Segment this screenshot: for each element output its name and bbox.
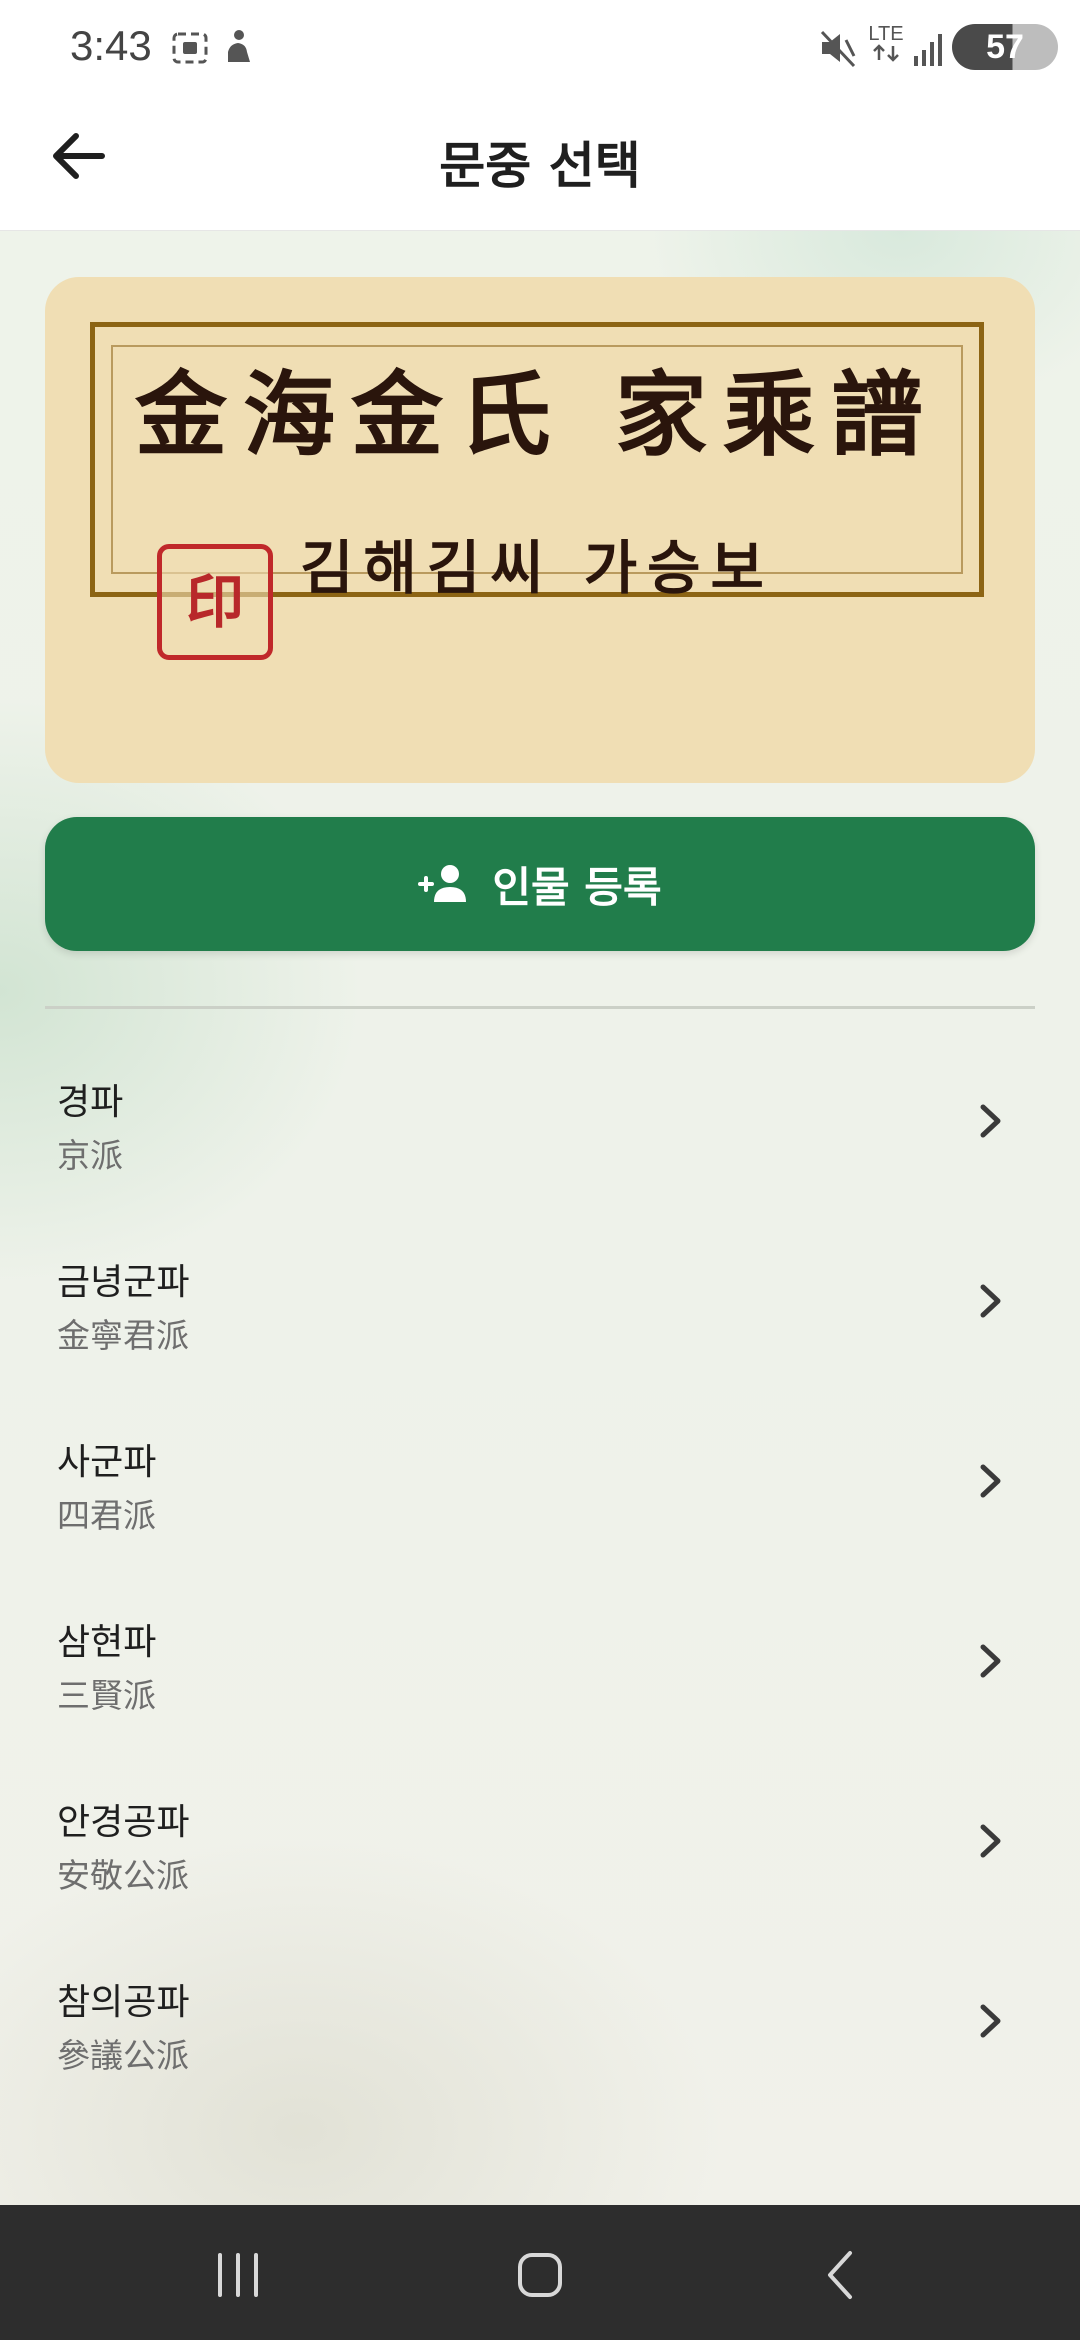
branch-item[interactable]: 참의공파 參議公派 xyxy=(0,1921,1080,2101)
status-time: 3:43 xyxy=(70,22,152,69)
divider xyxy=(45,1006,1035,1009)
branch-hanja: 參議公派 xyxy=(57,2036,189,2075)
seal-stamp: 印 xyxy=(157,544,273,660)
branch-name: 안경공파 xyxy=(57,1802,190,1843)
branch-hanja: 京派 xyxy=(57,1136,123,1175)
data-arrows-icon xyxy=(873,44,899,62)
branch-item[interactable]: 경파 京派 xyxy=(0,1021,1080,1201)
network-type: LTE xyxy=(866,24,906,66)
main-content: 金海金氏 家乘譜 김해김씨 가승보 印 인물 등록 경파 京派 금녕군파 金寧君… xyxy=(0,231,1080,2205)
signal-icon xyxy=(914,34,942,66)
branch-item[interactable]: 금녕군파 金寧君派 xyxy=(0,1201,1080,1381)
branch-item[interactable]: 안경공파 安敬公派 xyxy=(0,1741,1080,1921)
family-banner-card: 金海金氏 家乘譜 김해김씨 가승보 印 xyxy=(45,277,1035,783)
mute-icon xyxy=(820,30,856,68)
branch-item[interactable]: 삼현파 三賢派 xyxy=(0,1561,1080,1741)
chevron-right-icon xyxy=(980,1464,1001,1498)
branch-hanja: 三賢派 xyxy=(57,1676,156,1715)
branch-name: 사군파 xyxy=(57,1442,157,1483)
battery-indicator: 57 xyxy=(952,24,1058,70)
chevron-right-icon xyxy=(980,1104,1001,1138)
person-add-icon xyxy=(418,865,467,902)
chevron-right-icon xyxy=(980,2004,1001,2038)
status-bar: 3:43 LTE 57 xyxy=(0,0,1080,96)
page-title: 문중 선택 xyxy=(439,137,641,195)
branch-name: 참의공파 xyxy=(57,1982,190,2023)
branch-hanja: 安敬公派 xyxy=(57,1856,189,1895)
system-nav-bar xyxy=(0,2205,1080,2340)
back-icon[interactable] xyxy=(812,2245,872,2305)
branch-hanja: 四君派 xyxy=(57,1496,156,1535)
branch-hanja: 金寧君派 xyxy=(57,1316,189,1355)
branch-name: 금녕군파 xyxy=(57,1262,190,1303)
chevron-right-icon xyxy=(980,1824,1001,1858)
app-bar: 문중 선택 xyxy=(0,96,1080,231)
branch-name: 삼현파 xyxy=(57,1622,157,1663)
home-icon[interactable] xyxy=(510,2245,570,2305)
branch-item[interactable]: 사군파 四君派 xyxy=(0,1381,1080,1561)
hanja-title: 金海金氏 家乘譜 xyxy=(134,362,940,469)
screenshot-icon xyxy=(172,32,208,64)
register-person-button[interactable]: 인물 등록 xyxy=(45,817,1035,951)
register-person-label: 인물 등록 xyxy=(492,862,662,912)
chevron-right-icon xyxy=(980,1644,1001,1678)
accessibility-icon xyxy=(228,30,250,62)
chevron-right-icon xyxy=(980,1284,1001,1318)
branch-name: 경파 xyxy=(57,1082,124,1123)
recent-apps-icon[interactable] xyxy=(208,2245,268,2305)
